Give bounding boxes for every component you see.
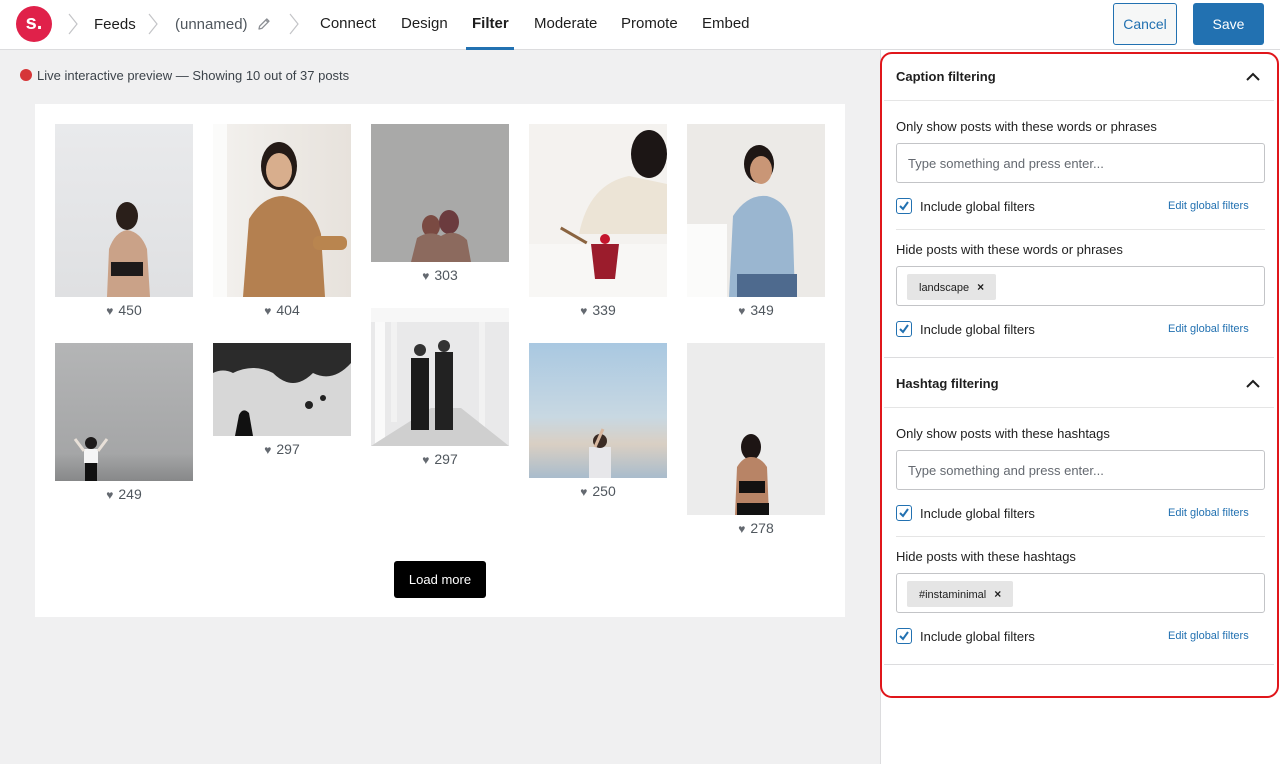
checkmark-icon [899, 324, 909, 334]
breadcrumb-feed-name[interactable]: (unnamed) [175, 16, 248, 33]
post-image[interactable] [213, 124, 351, 297]
chevron-up-icon[interactable] [1246, 376, 1260, 388]
hashtag-hide-include-global-checkbox[interactable] [896, 628, 912, 644]
tag-remove-icon[interactable]: × [994, 587, 1001, 601]
active-tab-indicator [466, 47, 514, 50]
tab-embed[interactable]: Embed [702, 15, 750, 32]
tab-connect[interactable]: Connect [320, 15, 376, 32]
hashtag-show-include-global-checkbox[interactable] [896, 505, 912, 521]
post-image[interactable] [55, 124, 193, 297]
post-likes: ♥ 250 [580, 483, 616, 499]
tab-filter[interactable]: Filter [472, 15, 509, 32]
chevron-right-icon [148, 13, 158, 35]
pencil-icon[interactable] [256, 16, 272, 32]
caption-filtering-header[interactable]: Caption filtering [884, 51, 1274, 101]
heart-icon: ♥ [106, 304, 114, 318]
tab-moderate[interactable]: Moderate [534, 15, 597, 32]
hashtag-show-label: Only show posts with these hashtags [896, 426, 1110, 441]
hashtag-hide-tag-input[interactable]: #instaminimal × [896, 573, 1265, 613]
tab-promote[interactable]: Promote [621, 15, 678, 32]
hashtag-filtering-header[interactable]: Hashtag filtering [884, 358, 1274, 408]
heart-icon: ♥ [580, 304, 588, 318]
heart-icon: ♥ [264, 443, 272, 457]
save-button[interactable]: Save [1193, 3, 1264, 45]
post-image[interactable] [371, 124, 509, 262]
edit-global-filters-link[interactable]: Edit global filters [1168, 630, 1249, 642]
divider [896, 229, 1265, 230]
post-image[interactable] [55, 343, 193, 481]
live-indicator-dot [20, 69, 32, 81]
post-image[interactable] [213, 343, 351, 436]
post-likes: ♥ 278 [738, 520, 774, 536]
top-bar: s. Feeds (unnamed) Connect Design Filter… [0, 0, 1280, 50]
post-likes: ♥ 249 [106, 486, 142, 502]
edit-global-filters-link[interactable]: Edit global filters [1168, 507, 1249, 519]
heart-icon: ♥ [422, 453, 430, 467]
post-image[interactable] [371, 308, 509, 446]
heart-icon: ♥ [738, 522, 746, 536]
heart-icon: ♥ [738, 304, 746, 318]
section-title: Hashtag filtering [896, 376, 999, 391]
hashtag-hide-label: Hide posts with these hashtags [896, 549, 1076, 564]
breadcrumb-feeds[interactable]: Feeds [94, 16, 136, 33]
post-likes: ♥ 339 [580, 302, 616, 318]
tag-chip: landscape × [907, 274, 997, 300]
section-divider [884, 664, 1274, 665]
chevron-right-icon [68, 13, 78, 35]
checkmark-icon [899, 631, 909, 641]
checkmark-icon [899, 201, 909, 211]
post-image[interactable] [529, 124, 667, 297]
heart-icon: ♥ [422, 269, 430, 283]
post-image[interactable] [687, 124, 825, 297]
heart-icon: ♥ [106, 488, 114, 502]
post-likes: ♥ 349 [738, 302, 774, 318]
cancel-button[interactable]: Cancel [1113, 3, 1177, 45]
load-more-button[interactable]: Load more [394, 561, 486, 598]
section-title: Caption filtering [896, 69, 996, 84]
checkbox-label: Include global filters [920, 506, 1035, 521]
tag-remove-icon[interactable]: × [977, 280, 984, 294]
tag-chip: #instaminimal × [907, 581, 1014, 607]
heart-icon: ♥ [264, 304, 272, 318]
chevron-up-icon[interactable] [1246, 69, 1260, 81]
post-likes: ♥ 297 [264, 441, 300, 457]
post-image[interactable] [529, 343, 667, 478]
preview-status: Live interactive preview — Showing 10 ou… [37, 68, 350, 83]
brand-logo[interactable]: s. [16, 6, 52, 42]
post-likes: ♥ 450 [106, 302, 142, 318]
checkmark-icon [899, 508, 909, 518]
caption-show-include-global-checkbox[interactable] [896, 198, 912, 214]
edit-global-filters-link[interactable]: Edit global filters [1168, 323, 1249, 335]
caption-hide-tag-input[interactable]: landscape × [896, 266, 1265, 306]
tab-design[interactable]: Design [401, 15, 448, 32]
edit-global-filters-link[interactable]: Edit global filters [1168, 200, 1249, 212]
checkbox-label: Include global filters [920, 199, 1035, 214]
caption-hide-include-global-checkbox[interactable] [896, 321, 912, 337]
post-likes: ♥ 303 [422, 267, 458, 283]
checkbox-label: Include global filters [920, 629, 1035, 644]
caption-show-label: Only show posts with these words or phra… [896, 119, 1157, 134]
chevron-right-icon [289, 13, 299, 35]
heart-icon: ♥ [580, 485, 588, 499]
caption-show-input[interactable] [896, 143, 1265, 183]
post-likes: ♥ 297 [422, 451, 458, 467]
post-image[interactable] [687, 343, 825, 515]
post-likes: ♥ 404 [264, 302, 300, 318]
checkbox-label: Include global filters [920, 322, 1035, 337]
divider [896, 536, 1265, 537]
caption-hide-label: Hide posts with these words or phrases [896, 242, 1123, 257]
hashtag-show-input[interactable] [896, 450, 1265, 490]
